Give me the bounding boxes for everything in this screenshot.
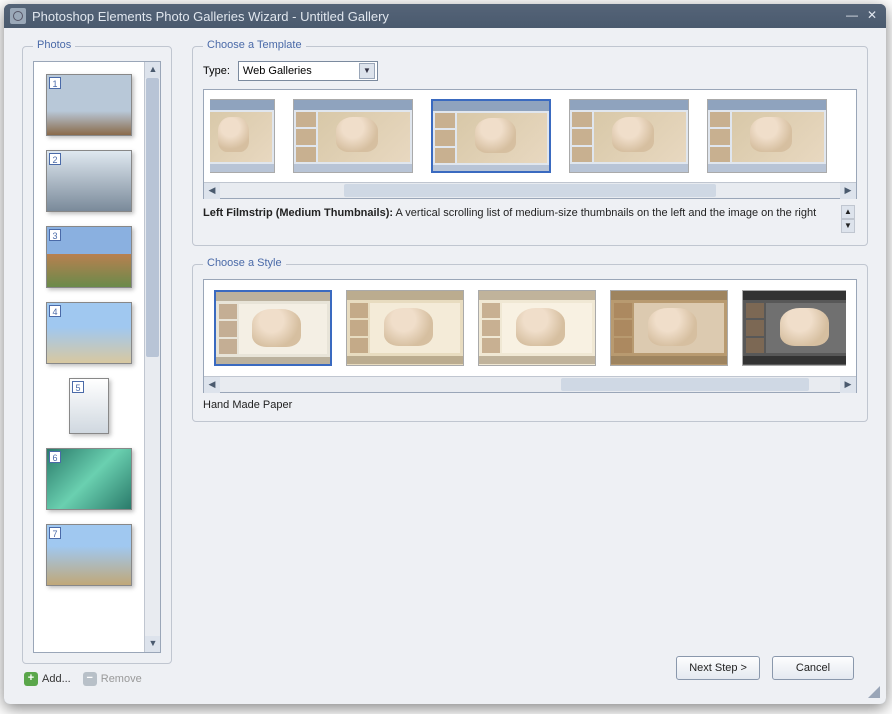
photos-legend: Photos	[33, 39, 75, 51]
minus-icon: −	[83, 672, 97, 686]
template-item[interactable]	[569, 99, 689, 173]
style-item[interactable]	[478, 290, 596, 366]
style-item[interactable]	[742, 290, 846, 366]
style-item[interactable]	[346, 290, 464, 366]
template-list: ◀ ▶	[203, 89, 857, 199]
template-item[interactable]	[431, 99, 551, 173]
photo-thumb[interactable]: 1	[46, 74, 132, 136]
remove-photo-button[interactable]: − Remove	[83, 672, 142, 686]
template-item[interactable]	[707, 99, 827, 173]
photo-thumb[interactable]: 5	[69, 378, 109, 434]
scroll-right-button[interactable]: ▶	[840, 183, 856, 199]
resize-handle[interactable]	[866, 684, 880, 698]
choose-style-legend: Choose a Style	[203, 257, 286, 269]
style-scrollbar[interactable]: ◀ ▶	[204, 376, 856, 392]
desc-scroll-down[interactable]: ▼	[841, 219, 855, 233]
style-item[interactable]	[214, 290, 332, 366]
scroll-thumb[interactable]	[146, 78, 159, 357]
template-type-dropdown[interactable]: Web Galleries ▼	[238, 61, 378, 81]
photo-thumb[interactable]: 3	[46, 226, 132, 288]
window-title: Photoshop Elements Photo Galleries Wizar…	[32, 9, 844, 24]
next-step-button[interactable]: Next Step >	[676, 656, 760, 680]
style-list: ◀ ▶	[203, 279, 857, 393]
photo-number-badge: 2	[49, 153, 61, 165]
photos-listbox[interactable]: 1 2 3 4 5 6 7 ▲ ▼	[33, 61, 161, 653]
choose-style-group: Choose a Style ◀ ▶ Hand Made Paper	[192, 264, 868, 422]
style-selected-label: Hand Made Paper	[203, 399, 857, 411]
chevron-down-icon: ▼	[359, 63, 375, 79]
photo-number-badge: 3	[49, 229, 61, 241]
template-scrollbar[interactable]: ◀ ▶	[204, 182, 856, 198]
photo-thumb[interactable]: 7	[46, 524, 132, 586]
photos-scrollbar[interactable]: ▲ ▼	[144, 62, 160, 652]
photo-number-badge: 4	[49, 305, 61, 317]
remove-label: Remove	[101, 673, 142, 685]
scroll-right-button[interactable]: ▶	[840, 377, 856, 393]
choose-template-legend: Choose a Template	[203, 39, 306, 51]
photo-number-badge: 1	[49, 77, 61, 89]
scroll-thumb[interactable]	[561, 378, 809, 391]
scroll-up-button[interactable]: ▲	[145, 62, 161, 78]
photo-number-badge: 5	[72, 381, 84, 393]
plus-icon: +	[24, 672, 38, 686]
template-description: Left Filmstrip (Medium Thumbnails): A ve…	[203, 205, 841, 233]
photo-thumb[interactable]: 2	[46, 150, 132, 212]
desc-scroll-up[interactable]: ▲	[841, 205, 855, 219]
add-photo-button[interactable]: + Add...	[24, 672, 71, 686]
style-item[interactable]	[610, 290, 728, 366]
app-icon	[10, 8, 26, 24]
photos-group: Photos 1234567 ▲ ▼	[22, 46, 172, 664]
scroll-left-button[interactable]: ◀	[204, 377, 220, 393]
photo-thumb[interactable]: 4	[46, 302, 132, 364]
photo-number-badge: 6	[49, 451, 61, 463]
template-item[interactable]	[293, 99, 413, 173]
scroll-thumb[interactable]	[344, 184, 716, 197]
minimize-button[interactable]: —	[844, 9, 860, 23]
choose-template-group: Choose a Template Type: Web Galleries ▼ …	[192, 46, 868, 246]
scroll-down-button[interactable]: ▼	[145, 636, 161, 652]
close-button[interactable]: ✕	[864, 9, 880, 23]
type-label: Type:	[203, 65, 230, 77]
cancel-button[interactable]: Cancel	[772, 656, 854, 680]
template-type-value: Web Galleries	[243, 65, 359, 77]
add-label: Add...	[42, 673, 71, 685]
photo-number-badge: 7	[49, 527, 61, 539]
scroll-left-button[interactable]: ◀	[204, 183, 220, 199]
template-desc-body: A vertical scrolling list of medium-size…	[396, 207, 817, 219]
template-item[interactable]	[210, 99, 275, 173]
photo-thumb[interactable]: 6	[46, 448, 132, 510]
titlebar: Photoshop Elements Photo Galleries Wizar…	[4, 4, 886, 28]
template-desc-title: Left Filmstrip (Medium Thumbnails):	[203, 207, 393, 219]
